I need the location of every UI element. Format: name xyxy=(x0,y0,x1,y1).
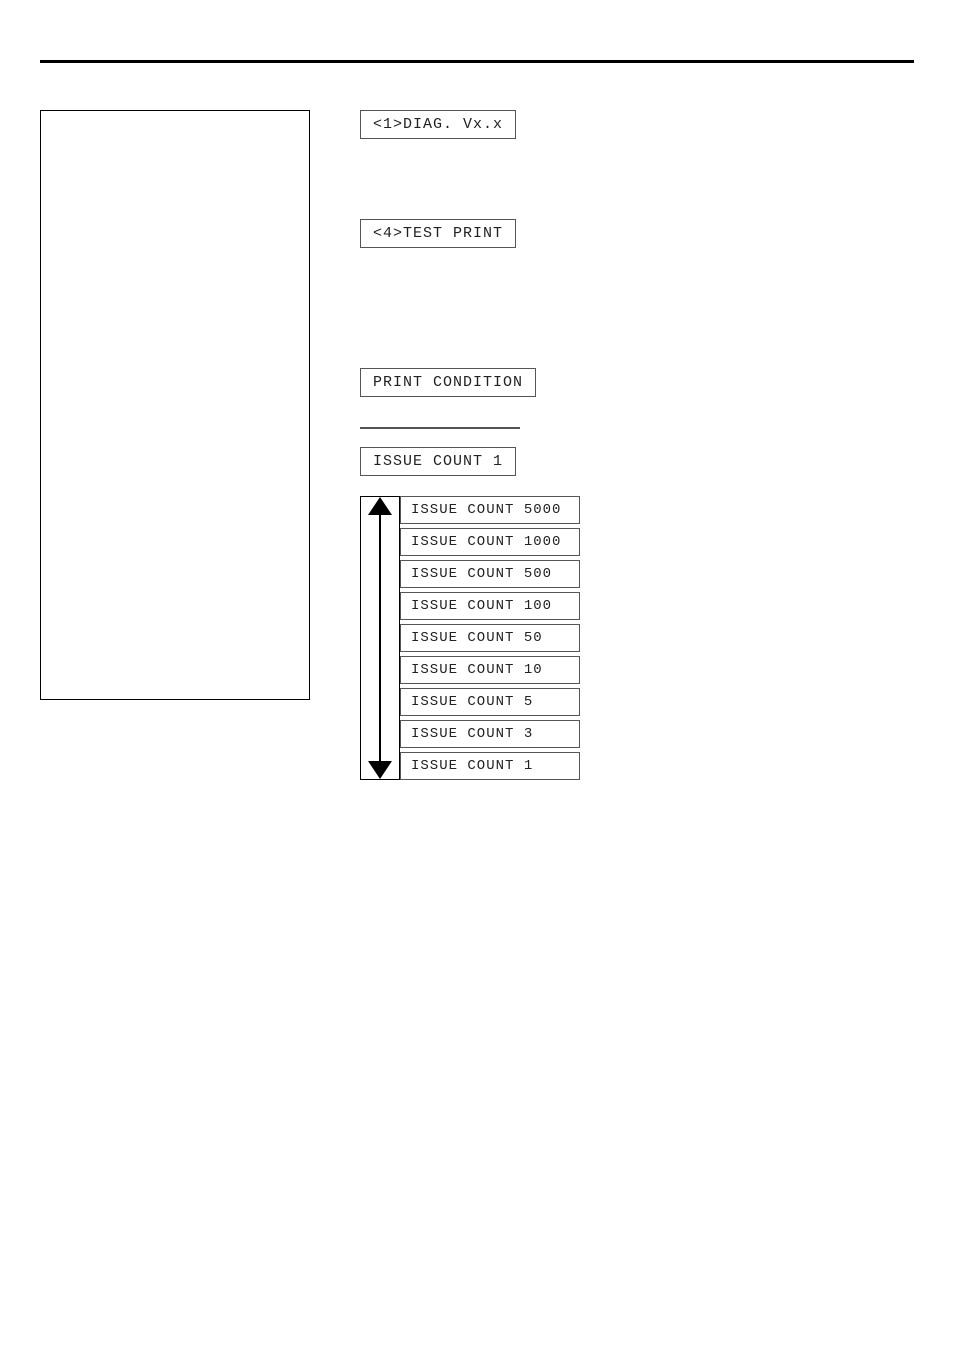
right-content-area: <1>DIAG. Vx.x <4>TEST PRINT PRINT CONDIT… xyxy=(360,110,580,780)
dropdown-item-1[interactable]: ISSUE COUNT 1000 xyxy=(400,528,580,556)
issue-count-section: ISSUE COUNT 1 xyxy=(360,447,580,476)
dropdown-item-7[interactable]: ISSUE COUNT 3 xyxy=(400,720,580,748)
top-border-rule xyxy=(40,60,914,63)
dropdown-item-6[interactable]: ISSUE COUNT 5 xyxy=(400,688,580,716)
device-display-panel xyxy=(40,110,310,700)
arrow-down-icon xyxy=(368,761,392,779)
test-print-menu-item: <4>TEST PRINT xyxy=(360,219,516,248)
print-condition-menu-item: PRINT CONDITION xyxy=(360,368,536,397)
test-print-section: <4>TEST PRINT xyxy=(360,219,580,248)
dropdown-item-0[interactable]: ISSUE COUNT 5000 xyxy=(400,496,580,524)
dropdown-item-2[interactable]: ISSUE COUNT 500 xyxy=(400,560,580,588)
scroll-arrow-box xyxy=(360,496,400,780)
diag-section: <1>DIAG. Vx.x xyxy=(360,110,580,139)
print-condition-section: PRINT CONDITION xyxy=(360,368,580,397)
arrow-line xyxy=(379,515,381,761)
dropdown-item-5[interactable]: ISSUE COUNT 10 xyxy=(400,656,580,684)
dropdown-item-3[interactable]: ISSUE COUNT 100 xyxy=(400,592,580,620)
separator-bar xyxy=(360,427,520,429)
issue-count-dropdown-list: ISSUE COUNT 5000 ISSUE COUNT 1000 ISSUE CO… xyxy=(400,496,580,780)
dropdown-item-8[interactable]: ISSUE COUNT 1 xyxy=(400,752,580,780)
dropdown-area: ISSUE COUNT 5000 ISSUE COUNT 1000 ISSUE CO… xyxy=(360,496,580,780)
arrow-up-icon xyxy=(368,497,392,515)
issue-count-current: ISSUE COUNT 1 xyxy=(360,447,516,476)
diag-menu-item: <1>DIAG. Vx.x xyxy=(360,110,516,139)
dropdown-item-4[interactable]: ISSUE COUNT 50 xyxy=(400,624,580,652)
